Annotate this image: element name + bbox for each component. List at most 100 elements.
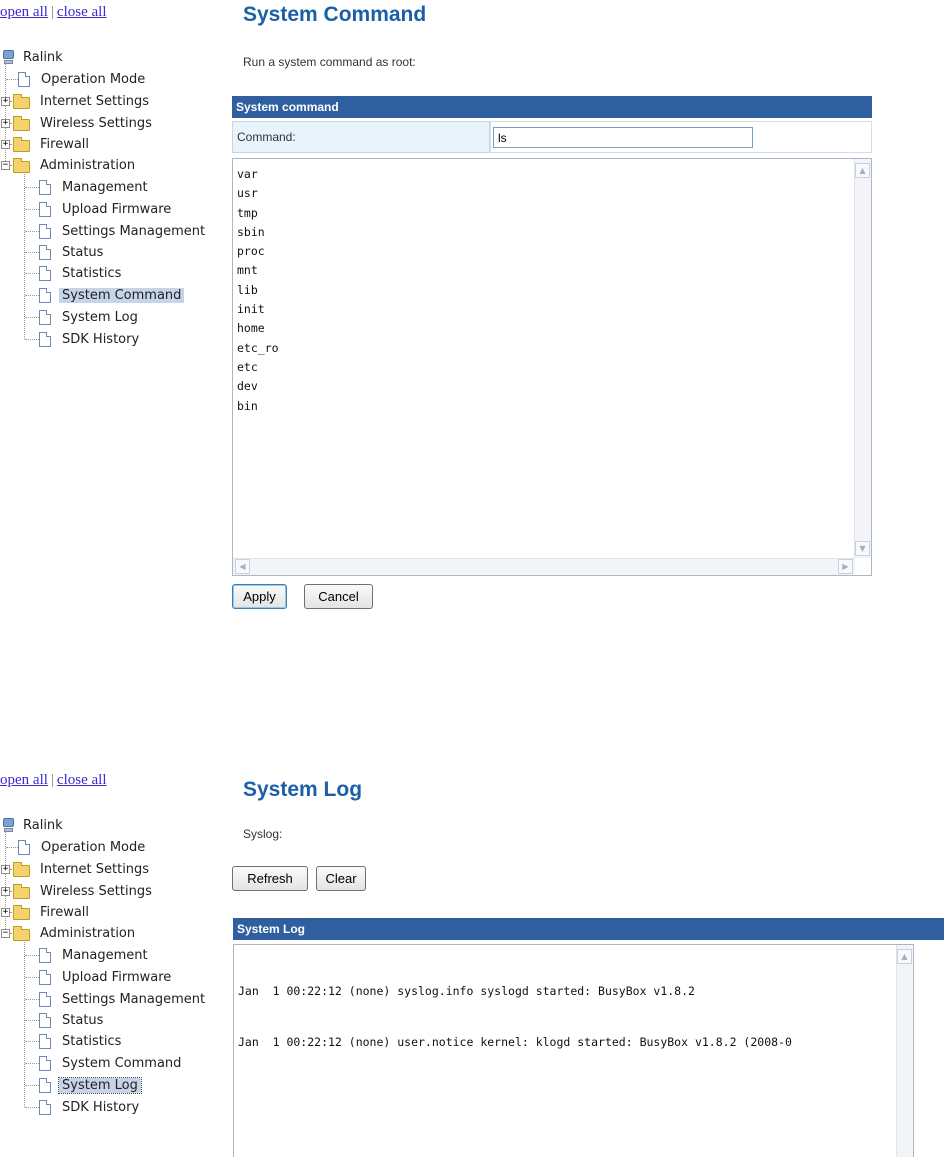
page-icon [39, 224, 51, 239]
tree-item-label: System Log [62, 310, 138, 325]
tree-line [25, 977, 39, 978]
scroll-left-icon[interactable]: ◀ [235, 559, 250, 574]
folder-icon [13, 94, 30, 109]
scroll-up-icon[interactable]: ▲ [897, 949, 912, 964]
tree-line [25, 317, 39, 318]
collapse-minus-icon[interactable]: − [1, 161, 10, 170]
horizontal-scrollbar[interactable]: ◀ ▶ [233, 558, 855, 575]
page-icon [39, 310, 51, 325]
tree-item-label: Firewall [40, 137, 90, 152]
tree-line [25, 231, 39, 232]
tree-item-label: Management [62, 180, 148, 195]
tree-item-firewall[interactable]: + Firewall [0, 902, 92, 923]
apply-button[interactable]: Apply [232, 584, 287, 609]
tree-item-label: SDK History [62, 332, 140, 347]
page-title: System Command [243, 3, 427, 26]
tree-item-management[interactable]: Management [39, 177, 151, 198]
tree-item-label: Settings Management [62, 992, 206, 1007]
page-icon [39, 1013, 51, 1028]
tree-item-upload-firmware[interactable]: Upload Firmware [39, 967, 174, 988]
page-icon [39, 948, 51, 963]
tree-item-sdk-history[interactable]: SDK History [39, 1097, 142, 1118]
tree-item-operation-mode[interactable]: Operation Mode [18, 837, 148, 858]
output-line: tmp [237, 205, 258, 220]
tree-item-status[interactable]: Status [39, 1010, 106, 1031]
tree-root-ralink[interactable]: Ralink [0, 47, 66, 68]
tree-line [25, 1020, 39, 1021]
tree-item-wireless-settings[interactable]: + Wireless Settings [0, 113, 155, 134]
close-all-link[interactable]: close all [57, 4, 107, 20]
expand-plus-icon[interactable]: + [1, 140, 10, 149]
cancel-button[interactable]: Cancel [304, 584, 373, 609]
output-line: usr [237, 186, 258, 201]
expand-plus-icon[interactable]: + [1, 865, 10, 874]
tree-item-label: Statistics [62, 1034, 122, 1049]
tree-item-label: Internet Settings [40, 862, 150, 877]
open-folder-icon [13, 926, 30, 941]
tree-item-internet-settings[interactable]: + Internet Settings [0, 859, 152, 880]
tree-root-label: Ralink [23, 818, 63, 833]
tree-links: open all | close all [0, 772, 107, 789]
tree-item-status[interactable]: Status [39, 242, 106, 263]
tree-item-management[interactable]: Management [39, 945, 151, 966]
tree-line [25, 252, 39, 253]
tree-line [6, 79, 18, 80]
refresh-button[interactable]: Refresh [232, 866, 308, 891]
tree-item-sdk-history[interactable]: SDK History [39, 329, 142, 350]
tree-item-label: Status [62, 1013, 104, 1028]
output-line: lib [237, 282, 258, 297]
tree-line [25, 1107, 39, 1108]
tree-item-administration[interactable]: − Administration [0, 155, 138, 176]
folder-icon [13, 884, 30, 899]
tree-item-label: Internet Settings [40, 94, 150, 109]
command-input[interactable] [493, 127, 753, 148]
output-line: bin [237, 398, 258, 413]
output-line: mnt [237, 263, 258, 278]
output-line: init [237, 302, 265, 317]
syslog-textarea[interactable]: Jan 1 00:22:12 (none) syslog.info syslog… [233, 944, 914, 1157]
tree-root-label: Ralink [23, 50, 63, 65]
tree-line [25, 339, 39, 340]
tree-item-label: Upload Firmware [62, 970, 172, 985]
expand-plus-icon[interactable]: + [1, 97, 10, 106]
command-output: var usr tmp sbin proc mnt lib init home … [237, 165, 279, 416]
scroll-down-icon[interactable]: ▼ [855, 541, 870, 556]
page-description: Syslog: [243, 827, 283, 841]
expand-plus-icon[interactable]: + [1, 887, 10, 896]
open-all-link[interactable]: open all [0, 772, 48, 788]
tree-item-settings-management[interactable]: Settings Management [39, 989, 208, 1010]
scroll-up-icon[interactable]: ▲ [855, 163, 870, 178]
tree-item-settings-management[interactable]: Settings Management [39, 221, 208, 242]
tree-item-wireless-settings[interactable]: + Wireless Settings [0, 881, 155, 902]
tree-item-system-command[interactable]: System Command [39, 1053, 184, 1074]
collapse-minus-icon[interactable]: − [1, 929, 10, 938]
tree-line [25, 187, 39, 188]
tree-item-administration[interactable]: − Administration [0, 923, 138, 944]
folder-icon [13, 137, 30, 152]
command-output-textarea[interactable]: var usr tmp sbin proc mnt lib init home … [232, 158, 872, 576]
tree-line [25, 955, 39, 956]
tree-item-label: Operation Mode [41, 840, 146, 855]
tree-item-internet-settings[interactable]: + Internet Settings [0, 91, 152, 112]
tree-root-ralink[interactable]: Ralink [0, 815, 66, 836]
tree-item-system-log[interactable]: System Log [39, 1075, 142, 1096]
tree-item-operation-mode[interactable]: Operation Mode [18, 69, 148, 90]
command-cell [490, 121, 872, 153]
expand-plus-icon[interactable]: + [1, 119, 10, 128]
tree-item-system-log[interactable]: System Log [39, 307, 141, 328]
open-all-link[interactable]: open all [0, 4, 48, 20]
scroll-right-icon[interactable]: ▶ [838, 559, 853, 574]
tree-item-upload-firmware[interactable]: Upload Firmware [39, 199, 174, 220]
close-all-link[interactable]: close all [57, 772, 107, 788]
tree-item-statistics[interactable]: Statistics [39, 1031, 124, 1052]
tree-item-firewall[interactable]: + Firewall [0, 134, 92, 155]
tree-item-system-command[interactable]: System Command [39, 285, 185, 306]
page-description: Run a system command as root: [243, 55, 416, 69]
page-icon [39, 1056, 51, 1071]
vertical-scrollbar[interactable]: ▲ [896, 945, 913, 1157]
clear-button[interactable]: Clear [316, 866, 366, 891]
vertical-scrollbar[interactable]: ▲ ▼ [854, 159, 871, 558]
tree-item-statistics[interactable]: Statistics [39, 263, 124, 284]
expand-plus-icon[interactable]: + [1, 908, 10, 917]
page-icon [39, 266, 51, 281]
